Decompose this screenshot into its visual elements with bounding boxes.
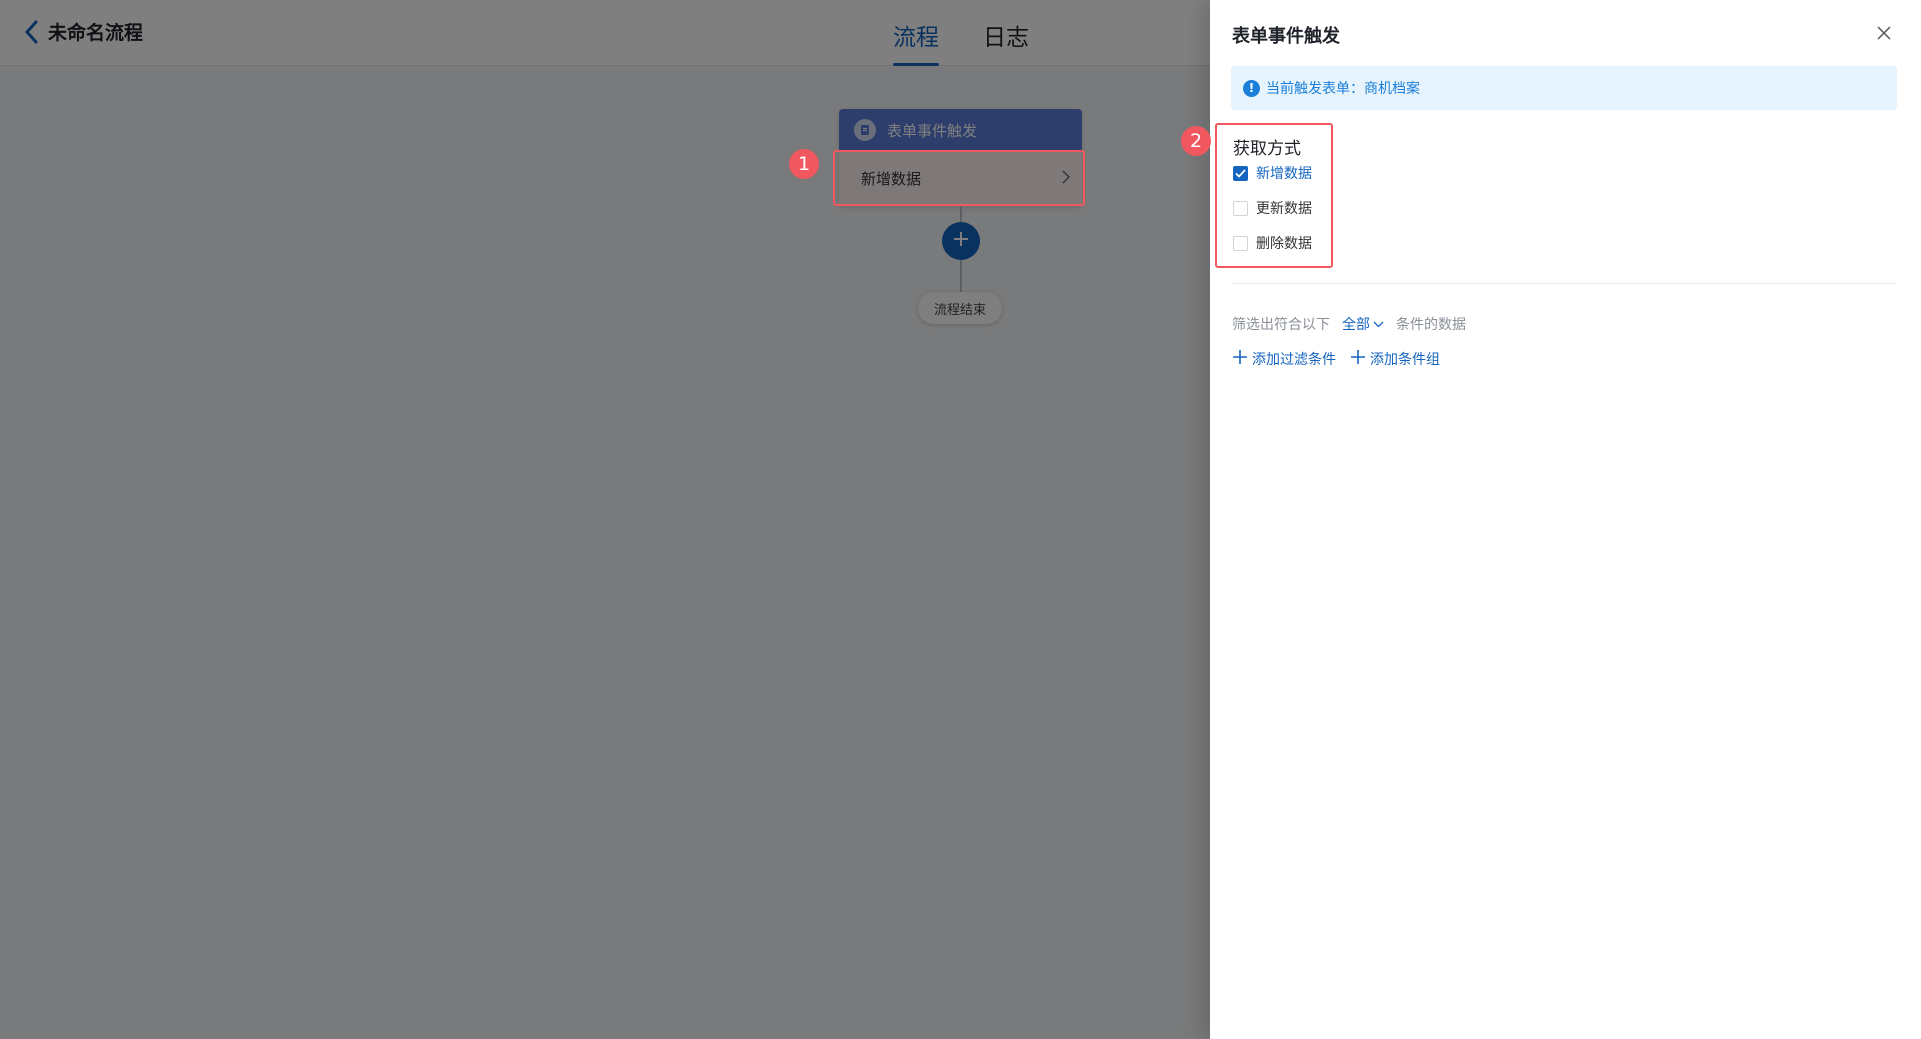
drawer-title: 表单事件触发 (1232, 26, 1340, 47)
annotation-badge-1: 1 (789, 149, 819, 179)
annotation-badge-2: 2 (1181, 126, 1211, 156)
highlight-box-1 (833, 150, 1085, 206)
divider (1231, 283, 1897, 284)
flow-canvas: 未命名流程 流程 日志 表单事件触发 新增数据 流程结束 1 (0, 0, 1210, 1039)
checkbox-checked-icon[interactable] (1233, 165, 1248, 181)
filter-scope-dropdown[interactable]: 全部 (1342, 314, 1384, 334)
info-icon: ! (1243, 79, 1260, 97)
filter-prefix: 筛选出符合以下 (1232, 317, 1330, 333)
filter-actions: 添加过滤条件 添加条件组 (1232, 349, 1440, 369)
close-button[interactable] (1873, 22, 1895, 44)
filter-scope-label: 全部 (1342, 317, 1370, 333)
checkbox-label: 更新数据 (1256, 201, 1312, 217)
chevron-down-icon (1373, 316, 1384, 332)
add-condition-label: 添加过滤条件 (1252, 352, 1336, 368)
checkbox-label: 删除数据 (1256, 236, 1312, 252)
checkbox-update-data[interactable]: 更新数据 (1233, 198, 1312, 218)
checkbox-label: 新增数据 (1256, 166, 1312, 182)
filter-suffix: 条件的数据 (1396, 317, 1466, 333)
config-drawer: 表单事件触发 ! 当前触发表单：商机档案 2 获取方式 新增数据 更新数据 删除… (1181, 0, 1921, 1039)
checkbox-add-data[interactable]: 新增数据 (1233, 163, 1312, 183)
fetch-method-group: 2 获取方式 新增数据 更新数据 删除数据 (1181, 123, 1333, 268)
checkbox-unchecked-icon[interactable] (1233, 200, 1248, 216)
close-icon (1873, 26, 1895, 48)
filter-rule: 筛选出符合以下 全部 条件的数据 (1232, 314, 1466, 334)
plus-icon (1232, 349, 1248, 369)
add-group-label: 添加条件组 (1370, 352, 1440, 368)
add-condition-group-button[interactable]: 添加条件组 (1350, 349, 1440, 369)
checkbox-delete-data[interactable]: 删除数据 (1233, 233, 1312, 253)
info-banner: ! 当前触发表单：商机档案 (1231, 66, 1897, 110)
checkbox-unchecked-icon[interactable] (1233, 235, 1248, 251)
plus-icon (1350, 349, 1366, 369)
info-text: 当前触发表单：商机档案 (1266, 81, 1420, 97)
add-condition-button[interactable]: 添加过滤条件 (1232, 349, 1336, 369)
fetch-method-label: 获取方式 (1233, 139, 1301, 159)
